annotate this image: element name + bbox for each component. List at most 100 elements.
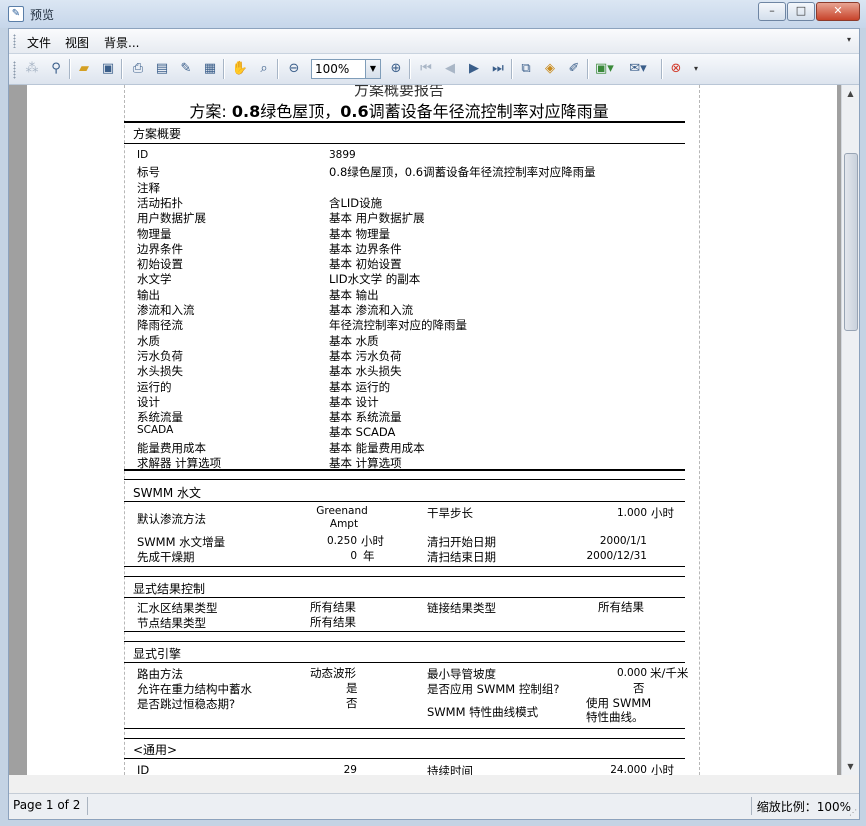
overview-row-value: 3899	[329, 149, 356, 161]
overview-row-value: 基本 能量费用成本	[329, 441, 425, 455]
divider	[124, 469, 685, 471]
overview-row-label: 活动拓扑	[137, 196, 183, 210]
overview-row-value: 含LID设施	[329, 196, 383, 210]
divider	[124, 631, 685, 632]
menu-overflow-icon[interactable]: ▾	[847, 35, 855, 45]
min-slope-value: 0.000	[616, 667, 647, 679]
email-icon[interactable]: ✉▾	[629, 60, 647, 78]
link-result-label: 链接结果类型	[427, 601, 496, 615]
export-icon[interactable]: ▣▾	[595, 60, 614, 78]
results-control-section-title: 显式结果控制	[133, 582, 206, 596]
overview-row-value: 基本 初始设置	[329, 257, 402, 271]
scale-icon[interactable]: ▦	[201, 60, 219, 78]
divider	[124, 566, 685, 567]
close-preview-icon[interactable]: ⊗	[667, 60, 685, 78]
save-icon[interactable]: ▣	[99, 60, 117, 78]
overview-row-label: 降雨径流	[137, 318, 183, 332]
overview-row-label: 标号	[137, 165, 160, 179]
general-section-title: <通用>	[133, 743, 178, 757]
scroll-down-icon[interactable]: ▼	[842, 758, 859, 775]
first-page-icon[interactable]: ⏮	[417, 60, 435, 78]
sweep-end-value: 2000/12/31	[586, 550, 647, 562]
overview-row-label: 水文学	[137, 272, 172, 286]
overview-row-value: 基本 污水负荷	[329, 349, 402, 363]
scroll-up-icon[interactable]: ▲	[842, 85, 859, 102]
watermark-icon[interactable]: ◈	[541, 60, 559, 78]
catchment-result-label: 汇水区结果类型	[137, 601, 218, 615]
menu-grip[interactable]	[13, 34, 16, 48]
divider	[124, 758, 685, 759]
last-page-icon[interactable]: ⏭	[489, 60, 507, 78]
overview-row-label: 能量费用成本	[137, 441, 206, 455]
general-id-label: ID	[137, 763, 150, 775]
divider	[124, 143, 685, 144]
min-slope-label: 最小导管坡度	[427, 667, 496, 681]
overview-row-value: LID水文学 的副本	[329, 272, 421, 286]
preview-viewport[interactable]: 方案概要报告 方案: 0.8绿色屋顶，0.6调蓄设备年径流控制率对应降雨量 方案…	[9, 85, 841, 775]
zoom-out-icon[interactable]: ⊖	[285, 60, 303, 78]
toolbar: ⁂ ⚲ ▰ ▣ ⎙ ▤ ✎ ▦ ✋ ⌕ ⊖ 100% ▼ ⊕ ⏮ ◀ ▶ ⏭ ⧉…	[9, 54, 859, 85]
chevron-down-icon[interactable]: ▼	[365, 60, 380, 78]
divider	[124, 479, 685, 480]
divider	[124, 597, 685, 598]
curve-mode-value-cont: 特性曲线。	[586, 710, 644, 724]
menu-view[interactable]: 视图	[65, 34, 89, 51]
general-id-value: 29	[343, 764, 357, 775]
overview-row-value: 基本 系统流量	[329, 410, 402, 424]
scrollbar-thumb[interactable]	[844, 153, 858, 331]
left-margin-guide	[124, 85, 125, 775]
duration-value: 24.000	[610, 764, 647, 775]
overview-row-value: 基本 水质	[329, 334, 379, 348]
duration-unit: 小时	[651, 763, 674, 775]
menu-background[interactable]: 背景...	[104, 34, 139, 51]
wet-step-unit: 小时	[361, 534, 384, 548]
divider	[124, 662, 685, 663]
print-setup-icon[interactable]: ⁂	[23, 60, 41, 78]
zoom-combobox[interactable]: 100% ▼	[311, 59, 381, 79]
multi-page-icon[interactable]: ⧉	[517, 60, 535, 78]
overview-row-label: 物理量	[137, 227, 172, 241]
overview-row-label: 渗流和入流	[137, 303, 195, 317]
overview-row-label: 用户数据扩展	[137, 211, 206, 225]
toolbar-grip[interactable]	[13, 61, 16, 79]
catchment-result-value: 所有结果	[310, 600, 356, 614]
default-infiltration-value-cont: Ampt	[329, 518, 359, 530]
app-icon: ✎	[8, 6, 24, 22]
overview-section-title: 方案概要	[133, 127, 182, 141]
close-button[interactable]: ✕	[816, 2, 860, 21]
overview-row-label: SCADA	[137, 424, 174, 436]
antecedent-value: 0	[350, 550, 357, 562]
overview-row-value: 基本 运行的	[329, 380, 391, 394]
menu-file[interactable]: 文件	[27, 34, 51, 51]
prev-page-icon[interactable]: ◀	[441, 60, 459, 78]
magnifier-icon[interactable]: ⌕	[255, 60, 273, 78]
page-setup-icon[interactable]: ✎	[177, 60, 195, 78]
routing-value: 动态波形	[310, 666, 356, 680]
find-icon[interactable]: ⚲	[47, 60, 65, 78]
zoom-in-icon[interactable]: ⊕	[387, 60, 405, 78]
duration-label: 持续时间	[427, 764, 473, 775]
overview-row-label: 初始设置	[137, 257, 183, 271]
edit-icon[interactable]: ✐	[565, 60, 583, 78]
overview-row-value: 基本 SCADA	[329, 425, 396, 439]
status-divider	[87, 797, 88, 815]
vertical-scrollbar[interactable]: ▲ ▼	[841, 85, 859, 775]
divider	[124, 576, 685, 577]
ponding-label: 允许在重力结构中蓄水	[137, 682, 252, 696]
toolbar-overflow-icon[interactable]: ▾	[687, 60, 705, 78]
hand-tool-icon[interactable]: ✋	[231, 60, 249, 78]
maximize-button[interactable]: □	[787, 2, 815, 21]
overview-row-value: 基本 渗流和入流	[329, 303, 414, 317]
skip-steady-value: 否	[346, 696, 358, 710]
dry-step-label: 干旱步长	[427, 506, 473, 520]
overview-row-label: 运行的	[137, 380, 172, 394]
minimize-button[interactable]: –	[758, 2, 786, 21]
print-icon[interactable]: ⎙	[129, 60, 147, 78]
routing-label: 路由方法	[137, 667, 183, 681]
open-icon[interactable]: ▰	[75, 60, 93, 78]
next-page-icon[interactable]: ▶	[465, 60, 483, 78]
window-title: 预览	[30, 8, 55, 22]
resize-grip-icon[interactable]: ⋰	[849, 808, 859, 818]
link-result-value: 所有结果	[598, 600, 644, 614]
print-preview-icon[interactable]: ▤	[153, 60, 171, 78]
